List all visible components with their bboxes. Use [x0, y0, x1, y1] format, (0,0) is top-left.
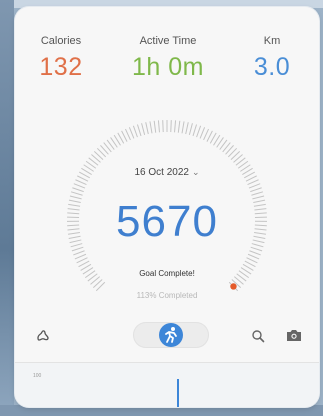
gauge-tick	[128, 127, 135, 139]
gauge-tick	[203, 128, 209, 141]
timeline-marker	[177, 379, 179, 407]
date-label: 16 Oct 2022	[134, 167, 189, 178]
calories-value: 132	[39, 53, 83, 81]
gauge-tick	[76, 257, 88, 264]
gauge-tick	[250, 187, 262, 193]
distance-label: Km	[263, 35, 281, 47]
gauge-tick	[192, 124, 198, 137]
gauge-tick	[73, 250, 85, 256]
camera-icon[interactable]	[286, 328, 302, 347]
step-count: 5670	[116, 197, 218, 246]
runner-icon	[159, 323, 183, 347]
gauge-tick	[136, 124, 142, 137]
gauge-tick	[246, 257, 258, 264]
calories-label: Calories	[40, 35, 82, 47]
gauge-tick	[157, 120, 160, 133]
gauge-tick	[199, 127, 206, 139]
gauge-tick	[181, 121, 185, 134]
gauge-tick	[170, 120, 172, 133]
gauge-tick	[247, 253, 260, 260]
gauge-tick	[141, 123, 146, 136]
gauge-progress-dot	[230, 283, 237, 290]
gauge-tick	[162, 120, 164, 133]
gauge-tick	[247, 179, 259, 186]
gauge-tick	[251, 191, 264, 196]
gauge-tick	[132, 125, 138, 138]
gauge-tick	[177, 120, 181, 133]
shoe-icon[interactable]	[35, 327, 51, 348]
gauge-tick	[188, 123, 193, 136]
calories-stat[interactable]: Calories 132	[25, 35, 97, 82]
gauge-tick	[206, 130, 213, 142]
gauge-tick	[248, 183, 261, 189]
chevron-down-icon: ⌄	[191, 167, 200, 177]
background-left-panel	[0, 0, 14, 416]
goal-percent: 113% Completed	[136, 291, 198, 300]
gauge-tick	[185, 122, 189, 135]
gauge-tick	[125, 128, 131, 141]
active-time-stat[interactable]: Active Time 1h 0m	[113, 35, 223, 82]
distance-stat[interactable]: Km 3.0	[242, 35, 302, 82]
timeline-axis-label: 100	[33, 373, 42, 379]
gauge-tick	[174, 120, 177, 133]
gauge-tick	[153, 120, 157, 133]
distance-value: 3.0	[253, 53, 291, 81]
gauge-tick	[149, 121, 153, 134]
gauge-tick	[196, 125, 202, 138]
active-time-label: Active Time	[139, 35, 197, 47]
search-icon[interactable]	[251, 329, 265, 348]
activity-card: Calories 132 Active Time 1h 0m Km 3.0 16…	[15, 7, 319, 407]
activity-timeline[interactable]: 100	[15, 363, 319, 407]
gauge-tick	[75, 179, 87, 186]
gauge-tick	[71, 246, 84, 252]
gauge-tick	[73, 183, 86, 189]
gauge-tick	[121, 130, 128, 142]
activity-mode-toggle[interactable]	[133, 322, 209, 348]
date-selector[interactable]: 16 Oct 2022 ⌄	[15, 167, 319, 178]
gauge-tick	[145, 122, 149, 135]
goal-status: Goal Complete!	[139, 269, 195, 278]
gauge-tick	[70, 191, 83, 196]
gauge-tick	[74, 253, 87, 260]
active-time-value: 1h 0m	[132, 53, 204, 81]
gauge-tick	[72, 187, 84, 193]
gauge-tick	[250, 246, 263, 252]
gauge-tick	[249, 250, 261, 256]
